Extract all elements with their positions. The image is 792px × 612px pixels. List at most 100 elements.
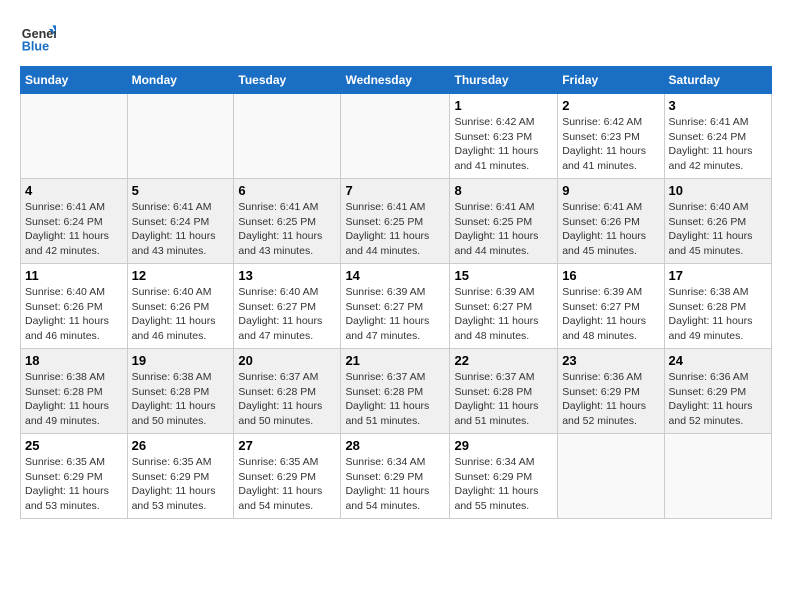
column-header-monday: Monday (127, 67, 234, 94)
day-number: 23 (562, 353, 659, 368)
day-detail: Sunrise: 6:40 AM Sunset: 6:26 PM Dayligh… (132, 285, 230, 344)
day-number: 15 (454, 268, 553, 283)
calendar-cell: 3 Sunrise: 6:41 AM Sunset: 6:24 PM Daylig… (664, 94, 771, 179)
calendar-cell: 10Sunrise: 6:40 AM Sunset: 6:26 PM Dayli… (664, 179, 771, 264)
logo-icon: General Blue (20, 20, 56, 56)
day-detail: Sunrise: 6:35 AM Sunset: 6:29 PM Dayligh… (132, 455, 230, 514)
calendar-cell: 22 Sunrise: 6:37 AM Sunset: 6:28 PM Dayli… (450, 349, 558, 434)
day-number: 3 (669, 98, 767, 113)
calendar-week-row: 1 Sunrise: 6:42 AM Sunset: 6:23 PM Daylig… (21, 94, 772, 179)
calendar-table: SundayMondayTuesdayWednesdayThursdayFrid… (20, 66, 772, 519)
day-detail: Sunrise: 6:41 AM Sunset: 6:25 PM Dayligh… (454, 200, 553, 259)
calendar-cell (234, 94, 341, 179)
day-number: 26 (132, 438, 230, 453)
calendar-week-row: 11 Sunrise: 6:40 AM Sunset: 6:26 PM Dayli… (21, 264, 772, 349)
calendar-cell (341, 94, 450, 179)
logo: General Blue (20, 20, 60, 56)
calendar-week-row: 25 Sunrise: 6:35 AM Sunset: 6:29 PM Dayli… (21, 434, 772, 519)
calendar-cell: 17 Sunrise: 6:38 AM Sunset: 6:28 PM Dayli… (664, 264, 771, 349)
calendar-cell: 14 Sunrise: 6:39 AM Sunset: 6:27 PM Dayli… (341, 264, 450, 349)
calendar-cell: 4Sunrise: 6:41 AM Sunset: 6:24 PM Daylig… (21, 179, 128, 264)
day-number: 16 (562, 268, 659, 283)
calendar-cell (127, 94, 234, 179)
day-detail: Sunrise: 6:42 AM Sunset: 6:23 PM Dayligh… (562, 115, 659, 174)
day-number: 11 (25, 268, 123, 283)
day-detail: Sunrise: 6:37 AM Sunset: 6:28 PM Dayligh… (345, 370, 445, 429)
day-detail: Sunrise: 6:40 AM Sunset: 6:26 PM Dayligh… (669, 200, 767, 259)
day-number: 21 (345, 353, 445, 368)
calendar-cell: 26 Sunrise: 6:35 AM Sunset: 6:29 PM Dayli… (127, 434, 234, 519)
calendar-cell: 28 Sunrise: 6:34 AM Sunset: 6:29 PM Dayli… (341, 434, 450, 519)
day-detail: Sunrise: 6:34 AM Sunset: 6:29 PM Dayligh… (454, 455, 553, 514)
day-number: 18 (25, 353, 123, 368)
day-number: 17 (669, 268, 767, 283)
calendar-cell: 20Sunrise: 6:37 AM Sunset: 6:28 PM Dayli… (234, 349, 341, 434)
day-detail: Sunrise: 6:41 AM Sunset: 6:25 PM Dayligh… (345, 200, 445, 259)
day-detail: Sunrise: 6:36 AM Sunset: 6:29 PM Dayligh… (669, 370, 767, 429)
day-detail: Sunrise: 6:40 AM Sunset: 6:27 PM Dayligh… (238, 285, 336, 344)
day-detail: Sunrise: 6:34 AM Sunset: 6:29 PM Dayligh… (345, 455, 445, 514)
column-header-tuesday: Tuesday (234, 67, 341, 94)
day-detail: Sunrise: 6:41 AM Sunset: 6:26 PM Dayligh… (562, 200, 659, 259)
day-detail: Sunrise: 6:39 AM Sunset: 6:27 PM Dayligh… (345, 285, 445, 344)
calendar-cell: 11 Sunrise: 6:40 AM Sunset: 6:26 PM Dayli… (21, 264, 128, 349)
day-number: 6 (238, 183, 336, 198)
day-detail: Sunrise: 6:41 AM Sunset: 6:24 PM Dayligh… (132, 200, 230, 259)
day-number: 1 (454, 98, 553, 113)
day-number: 20 (238, 353, 336, 368)
column-header-thursday: Thursday (450, 67, 558, 94)
day-detail: Sunrise: 6:41 AM Sunset: 6:25 PM Dayligh… (238, 200, 336, 259)
calendar-cell: 27 Sunrise: 6:35 AM Sunset: 6:29 PM Dayli… (234, 434, 341, 519)
day-detail: Sunrise: 6:35 AM Sunset: 6:29 PM Dayligh… (25, 455, 123, 514)
day-detail: Sunrise: 6:37 AM Sunset: 6:28 PM Dayligh… (454, 370, 553, 429)
calendar-week-row: 18 Sunrise: 6:38 AM Sunset: 6:28 PM Dayli… (21, 349, 772, 434)
day-detail: Sunrise: 6:40 AM Sunset: 6:26 PM Dayligh… (25, 285, 123, 344)
calendar-cell: 29 Sunrise: 6:34 AM Sunset: 6:29 PM Dayli… (450, 434, 558, 519)
calendar-cell: 23 Sunrise: 6:36 AM Sunset: 6:29 PM Dayli… (558, 349, 664, 434)
calendar-cell: 15Sunrise: 6:39 AM Sunset: 6:27 PM Dayli… (450, 264, 558, 349)
calendar-cell (21, 94, 128, 179)
day-detail: Sunrise: 6:38 AM Sunset: 6:28 PM Dayligh… (669, 285, 767, 344)
column-header-friday: Friday (558, 67, 664, 94)
calendar-cell: 6 Sunrise: 6:41 AM Sunset: 6:25 PM Daylig… (234, 179, 341, 264)
day-number: 2 (562, 98, 659, 113)
day-detail: Sunrise: 6:38 AM Sunset: 6:28 PM Dayligh… (132, 370, 230, 429)
calendar-cell: 19 Sunrise: 6:38 AM Sunset: 6:28 PM Dayli… (127, 349, 234, 434)
calendar-cell (664, 434, 771, 519)
day-number: 19 (132, 353, 230, 368)
day-number: 12 (132, 268, 230, 283)
calendar-cell: 2 Sunrise: 6:42 AM Sunset: 6:23 PM Daylig… (558, 94, 664, 179)
day-number: 22 (454, 353, 553, 368)
calendar-cell: 7Sunrise: 6:41 AM Sunset: 6:25 PM Daylig… (341, 179, 450, 264)
page-header: General Blue (20, 20, 772, 56)
day-detail: Sunrise: 6:38 AM Sunset: 6:28 PM Dayligh… (25, 370, 123, 429)
day-detail: Sunrise: 6:42 AM Sunset: 6:23 PM Dayligh… (454, 115, 553, 174)
day-number: 14 (345, 268, 445, 283)
calendar-cell: 12 Sunrise: 6:40 AM Sunset: 6:26 PM Dayli… (127, 264, 234, 349)
day-number: 24 (669, 353, 767, 368)
calendar-header-row: SundayMondayTuesdayWednesdayThursdayFrid… (21, 67, 772, 94)
day-number: 29 (454, 438, 553, 453)
day-number: 9 (562, 183, 659, 198)
day-number: 13 (238, 268, 336, 283)
calendar-cell: 5Sunrise: 6:41 AM Sunset: 6:24 PM Daylig… (127, 179, 234, 264)
svg-text:Blue: Blue (22, 40, 49, 54)
day-detail: Sunrise: 6:39 AM Sunset: 6:27 PM Dayligh… (562, 285, 659, 344)
calendar-cell (558, 434, 664, 519)
column-header-saturday: Saturday (664, 67, 771, 94)
calendar-cell: 13 Sunrise: 6:40 AM Sunset: 6:27 PM Dayli… (234, 264, 341, 349)
day-detail: Sunrise: 6:41 AM Sunset: 6:24 PM Dayligh… (669, 115, 767, 174)
calendar-cell: 21 Sunrise: 6:37 AM Sunset: 6:28 PM Dayli… (341, 349, 450, 434)
day-detail: Sunrise: 6:41 AM Sunset: 6:24 PM Dayligh… (25, 200, 123, 259)
day-number: 28 (345, 438, 445, 453)
calendar-cell: 8 Sunrise: 6:41 AM Sunset: 6:25 PM Daylig… (450, 179, 558, 264)
day-detail: Sunrise: 6:35 AM Sunset: 6:29 PM Dayligh… (238, 455, 336, 514)
day-number: 8 (454, 183, 553, 198)
day-number: 25 (25, 438, 123, 453)
calendar-cell: 1 Sunrise: 6:42 AM Sunset: 6:23 PM Daylig… (450, 94, 558, 179)
column-header-sunday: Sunday (21, 67, 128, 94)
day-detail: Sunrise: 6:36 AM Sunset: 6:29 PM Dayligh… (562, 370, 659, 429)
calendar-cell: 9 Sunrise: 6:41 AM Sunset: 6:26 PM Daylig… (558, 179, 664, 264)
calendar-cell: 24 Sunrise: 6:36 AM Sunset: 6:29 PM Dayli… (664, 349, 771, 434)
day-number: 27 (238, 438, 336, 453)
